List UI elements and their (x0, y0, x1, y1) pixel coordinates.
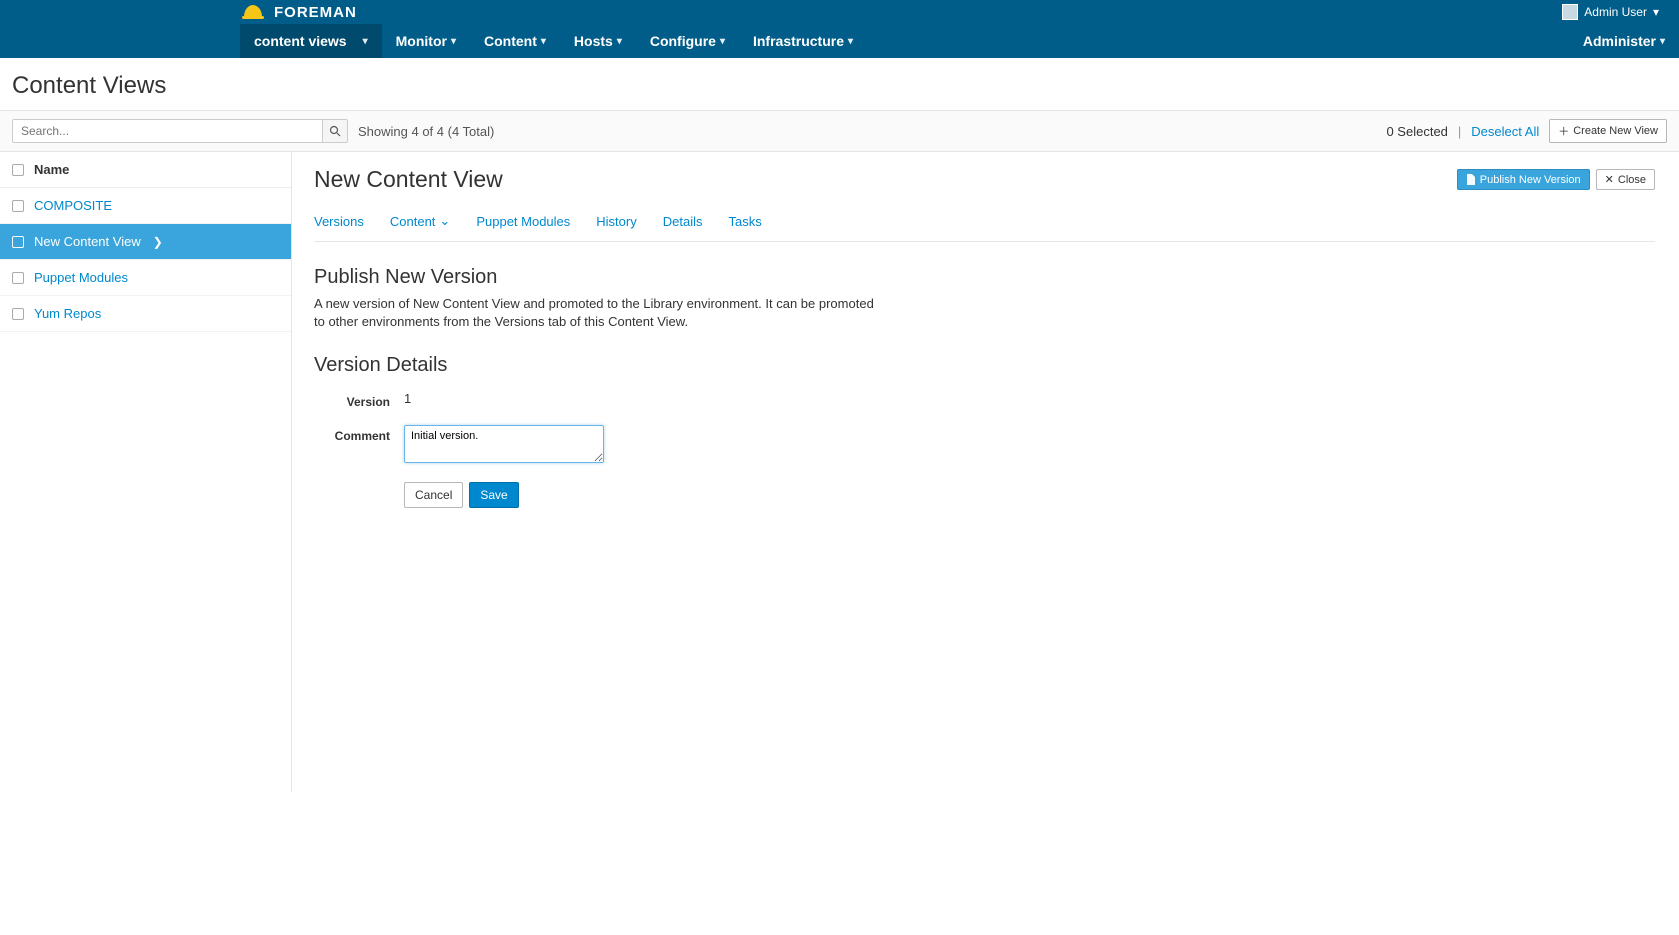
sidebar-item-new-content-view[interactable]: New Content View ❯ (0, 224, 291, 260)
sidebar-item-yum-repos[interactable]: Yum Repos (0, 296, 291, 332)
caret-down-icon: ▾ (720, 36, 725, 47)
brand-text: FOREMAN (274, 4, 357, 21)
tab-details[interactable]: Details (663, 211, 703, 231)
button-label: Create New View (1573, 125, 1658, 137)
row-label[interactable]: Puppet Modules (34, 270, 128, 285)
row-checkbox[interactable] (12, 200, 24, 212)
close-icon: ✕ (1605, 173, 1614, 186)
caret-down-icon: ▾ (617, 36, 622, 47)
version-details-heading: Version Details (314, 354, 1655, 377)
column-header: Name (34, 162, 69, 177)
plus-icon: ＋ (1558, 123, 1569, 139)
nav-label: content views (254, 33, 347, 49)
select-all-checkbox[interactable] (12, 164, 24, 176)
page-title: Content Views (12, 72, 1667, 100)
user-menu[interactable]: Admin User ▾ (1562, 4, 1659, 20)
version-label: Version (314, 391, 404, 409)
tab-history[interactable]: History (596, 211, 636, 231)
publish-description: A new version of New Content View and pr… (314, 295, 874, 330)
caret-down-icon: ▾ (541, 36, 546, 47)
version-value: 1 (404, 391, 411, 406)
caret-down-icon: ▾ (1660, 36, 1665, 47)
button-label: Close (1618, 174, 1646, 186)
deselect-all-link[interactable]: Deselect All (1471, 124, 1539, 139)
button-label: Publish New Version (1480, 174, 1581, 186)
nav-label: Configure (650, 33, 716, 49)
row-checkbox[interactable] (12, 308, 24, 320)
tab-versions[interactable]: Versions (314, 211, 364, 231)
comment-label: Comment (314, 425, 404, 443)
content-view-title: New Content View (314, 166, 503, 193)
tab-tasks[interactable]: Tasks (728, 211, 761, 231)
chevron-right-icon: ❯ (153, 235, 163, 249)
sidebar-item-composite[interactable]: COMPOSITE (0, 188, 291, 224)
close-button[interactable]: ✕ Close (1596, 169, 1655, 190)
create-new-view-button[interactable]: ＋ Create New View (1549, 119, 1667, 143)
nav-hosts[interactable]: Hosts ▾ (560, 24, 636, 58)
caret-down-icon: ▾ (363, 36, 368, 47)
row-label[interactable]: COMPOSITE (34, 198, 112, 213)
brand-logo-area: FOREMAN (240, 2, 357, 22)
avatar-icon (1562, 4, 1578, 20)
sidebar-header: Name (0, 152, 291, 188)
comment-textarea[interactable]: Initial version. (404, 425, 604, 463)
nav-label: Hosts (574, 33, 613, 49)
nav-configure[interactable]: Configure ▾ (636, 24, 739, 58)
chevron-down-icon: ⌄ (439, 213, 450, 229)
publish-new-version-button[interactable]: Publish New Version (1457, 169, 1590, 190)
hardhat-icon (240, 2, 266, 22)
cancel-button[interactable]: Cancel (404, 482, 463, 508)
sidebar-item-puppet-modules[interactable]: Puppet Modules (0, 260, 291, 296)
showing-text: Showing 4 of 4 (4 Total) (358, 124, 494, 139)
nav-label: Monitor (396, 33, 447, 49)
nav-label: Infrastructure (753, 33, 844, 49)
search-input[interactable] (12, 119, 322, 143)
nav-administer[interactable]: Administer ▾ (1569, 24, 1679, 58)
nav-content[interactable]: Content ▾ (470, 24, 560, 58)
caret-down-icon: ▾ (451, 36, 456, 47)
nav-label: Administer (1583, 33, 1656, 49)
nav-content-views[interactable]: content views ▾ (240, 24, 382, 58)
search-icon (329, 125, 341, 137)
tab-content[interactable]: Content ⌄ (390, 211, 450, 231)
search-button[interactable] (322, 119, 348, 143)
row-checkbox[interactable] (12, 272, 24, 284)
divider: | (1458, 124, 1461, 139)
row-checkbox[interactable] (12, 236, 24, 248)
publish-heading: Publish New Version (314, 266, 1655, 289)
nav-monitor[interactable]: Monitor ▾ (382, 24, 470, 58)
row-label[interactable]: Yum Repos (34, 306, 101, 321)
tab-puppet-modules[interactable]: Puppet Modules (476, 211, 570, 231)
caret-down-icon: ▾ (848, 36, 853, 47)
nav-infrastructure[interactable]: Infrastructure ▾ (739, 24, 867, 58)
user-label: Admin User (1584, 5, 1647, 19)
document-icon (1466, 174, 1476, 185)
save-button[interactable]: Save (469, 482, 518, 508)
row-label[interactable]: New Content View (34, 234, 141, 249)
caret-down-icon: ▾ (1653, 5, 1659, 19)
tab-label: Content (390, 214, 436, 229)
selected-count: 0 Selected (1386, 124, 1447, 139)
search-wrap (12, 119, 348, 143)
nav-label: Content (484, 33, 537, 49)
